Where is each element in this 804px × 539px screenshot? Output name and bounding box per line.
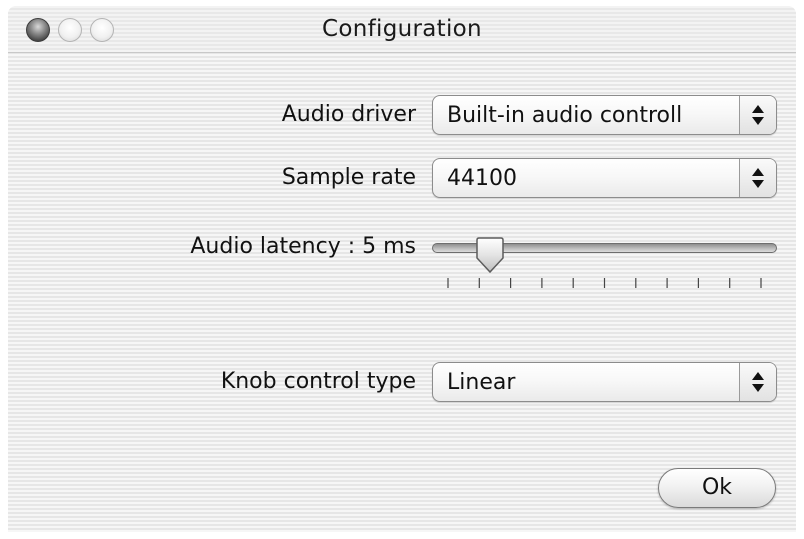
knob-control-type-popup[interactable]: Linear bbox=[432, 362, 777, 402]
up-down-arrows-icon bbox=[739, 363, 776, 401]
ok-button[interactable]: Ok bbox=[658, 468, 776, 508]
title-bar[interactable]: Configuration bbox=[8, 6, 796, 53]
knob-control-type-label: Knob control type bbox=[220, 369, 416, 394]
audio-driver-popup[interactable]: Built-in audio controll bbox=[432, 95, 777, 135]
knob-control-type-value: Linear bbox=[447, 370, 516, 395]
up-down-arrows-icon bbox=[739, 96, 776, 134]
audio-latency-slider-thumb[interactable] bbox=[475, 236, 505, 276]
audio-latency-ticks bbox=[447, 278, 762, 288]
sample-rate-label: Sample rate bbox=[281, 165, 416, 190]
sample-rate-value: 44100 bbox=[447, 166, 517, 191]
audio-latency-label: Audio latency : 5 ms bbox=[190, 234, 416, 259]
sample-rate-popup[interactable]: 44100 bbox=[432, 158, 777, 198]
audio-driver-label: Audio driver bbox=[281, 102, 416, 127]
audio-driver-value: Built-in audio controll bbox=[447, 103, 683, 128]
window-title: Configuration bbox=[322, 16, 482, 42]
configuration-window: Configuration Audio driver Built-in audi… bbox=[8, 6, 796, 532]
up-down-arrows-icon bbox=[739, 159, 776, 197]
